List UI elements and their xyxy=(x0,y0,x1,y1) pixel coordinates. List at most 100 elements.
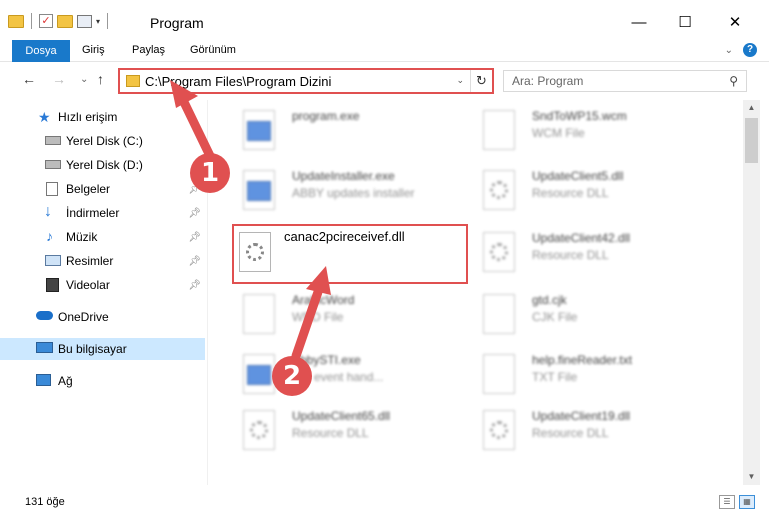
address-history-chevron-down-icon[interactable]: ⌄ xyxy=(456,75,464,86)
sidebar-item-music[interactable]: ♪ Müzik 📌︎ xyxy=(0,226,205,248)
search-icon[interactable]: ⚲ xyxy=(729,74,738,88)
pin-icon[interactable]: 📌︎ xyxy=(188,256,201,267)
sidebar-item-label: Bu bilgisayar xyxy=(58,342,127,356)
customize-toolbar-chevron-down-icon[interactable]: ▾ xyxy=(96,17,100,26)
file-icon xyxy=(480,292,518,336)
documents-icon xyxy=(46,182,58,196)
file-name: program.exe xyxy=(292,109,360,123)
pictures-icon xyxy=(45,255,61,266)
list-item[interactable]: UpdateClient65.dll Resource DLL xyxy=(220,402,450,458)
list-item[interactable]: program.exe xyxy=(220,102,450,158)
dll-icon xyxy=(480,230,518,274)
videos-icon xyxy=(46,278,59,292)
view-properties-icon[interactable] xyxy=(77,14,92,28)
sidebar-item-label: Resimler xyxy=(66,254,114,268)
minimize-button[interactable]: — xyxy=(616,8,662,36)
file-icon xyxy=(480,352,518,396)
forward-arrow-icon[interactable]: → xyxy=(52,71,66,87)
drive-icon xyxy=(45,136,61,145)
sidebar-item-onedrive[interactable]: OneDrive xyxy=(0,306,205,328)
file-name: ArabicWord xyxy=(292,293,355,307)
file-icon xyxy=(240,292,278,336)
drive-icon xyxy=(45,160,61,169)
list-item[interactable]: UpdateClient5.dll Resource DLL xyxy=(460,162,690,218)
file-name: UpdateInstaller.exe xyxy=(292,169,395,183)
title-bar: ✓ ▾ Program — ☐ ✕ xyxy=(0,0,769,40)
list-item[interactable]: UpdateClient42.dll Resource DLL xyxy=(460,224,690,280)
dll-icon xyxy=(480,408,518,452)
file-name: UpdateClient19.dll xyxy=(532,409,631,423)
back-arrow-icon[interactable]: ← xyxy=(22,71,36,87)
sidebar-item-downloads[interactable]: ↓ İndirmeler 📌︎ xyxy=(0,202,205,224)
pin-icon[interactable]: 📌︎ xyxy=(188,232,201,243)
sidebar-item-label: Belgeler xyxy=(66,182,111,196)
navigation-bar: ← → ⌄ ↑ C:\Program Files\Program Dizini … xyxy=(0,62,769,100)
pin-icon[interactable]: 📌︎ xyxy=(188,280,201,291)
scroll-thumb[interactable] xyxy=(745,118,758,163)
sidebar-item-label: Müzik xyxy=(66,230,98,244)
sidebar-item-network[interactable]: Ağ xyxy=(0,370,205,392)
computer-icon xyxy=(36,342,53,353)
sidebar-item-documents[interactable]: Belgeler 📌︎ xyxy=(0,178,205,200)
sidebar-item-label: OneDrive xyxy=(58,310,109,324)
tab-home[interactable]: Giriş xyxy=(82,44,105,56)
list-item[interactable]: gtd.cjk CJK File xyxy=(460,286,690,342)
star-icon: ★ xyxy=(38,109,51,125)
tiles-view-icon[interactable]: ▦ xyxy=(739,495,755,509)
list-item[interactable]: UpdateInstaller.exe ABBY updates install… xyxy=(220,162,450,218)
sidebar-item-label: Yerel Disk (D:) xyxy=(66,158,143,172)
sidebar-item-videos[interactable]: Videolar 📌︎ xyxy=(0,274,205,296)
status-bar: 131 öğe ☰ ▦ xyxy=(0,485,769,529)
tab-file[interactable]: Dosya xyxy=(12,40,70,62)
sidebar-item-local-disk-c[interactable]: Yerel Disk (C:) xyxy=(0,130,205,152)
folder-icon xyxy=(8,14,24,28)
sidebar-item-this-pc[interactable]: Bu bilgisayar xyxy=(0,338,205,360)
sidebar-item-quick-access[interactable]: ★ Hızlı erişim xyxy=(0,106,205,128)
list-item[interactable]: AbbySTI.exe STI event hand... xyxy=(220,346,450,402)
sidebar-item-pictures[interactable]: Resimler 📌︎ xyxy=(0,250,205,272)
scroll-up-arrow-icon[interactable]: ▲ xyxy=(743,100,760,116)
pin-icon[interactable]: 📌︎ xyxy=(188,208,201,219)
list-item[interactable]: help.fineReader.txt TXT File xyxy=(460,346,690,402)
download-icon: ↓ xyxy=(44,203,52,220)
file-name: gtd.cjk xyxy=(532,293,567,307)
recent-locations-chevron-down-icon[interactable]: ⌄ xyxy=(80,74,88,85)
sidebar-item-label: İndirmeler xyxy=(66,206,120,220)
properties-check-icon[interactable]: ✓ xyxy=(39,14,53,28)
file-type: CJK File xyxy=(532,310,578,324)
file-name: UpdateClient65.dll xyxy=(292,409,391,423)
address-path[interactable]: C:\Program Files\Program Dizini xyxy=(145,74,331,89)
up-arrow-icon[interactable]: ↑ xyxy=(97,71,104,87)
toolbar-divider xyxy=(107,13,109,29)
help-icon[interactable]: ? xyxy=(743,43,757,57)
file-type: ABBY updates installer xyxy=(292,186,415,200)
quick-access-toolbar: ✓ ▾ xyxy=(8,12,111,30)
new-folder-icon[interactable] xyxy=(57,14,73,28)
address-bar[interactable]: C:\Program Files\Program Dizini ⌄ ↻ xyxy=(118,68,494,94)
vertical-scrollbar[interactable]: ▲ ▼ xyxy=(743,100,760,485)
tab-share[interactable]: Paylaş xyxy=(132,44,165,56)
network-icon xyxy=(36,374,51,386)
file-name: help.fineReader.txt xyxy=(532,353,633,367)
tab-view[interactable]: Görünüm xyxy=(190,44,236,56)
folder-icon xyxy=(126,75,140,87)
file-icon xyxy=(480,108,518,152)
scroll-down-arrow-icon[interactable]: ▼ xyxy=(743,469,760,485)
list-item[interactable]: SndToWP15.wcm WCM File xyxy=(460,102,690,158)
search-box[interactable]: Ara: Program ⚲ xyxy=(503,70,747,92)
sidebar-item-label: Videolar xyxy=(66,278,110,292)
file-type: WCM File xyxy=(532,126,585,140)
refresh-icon[interactable]: ↻ xyxy=(470,70,492,92)
dll-icon xyxy=(480,168,518,212)
sidebar-item-local-disk-d[interactable]: Yerel Disk (D:) xyxy=(0,154,205,176)
expand-ribbon-chevron-icon[interactable]: ⌄ xyxy=(725,45,733,56)
close-button[interactable]: ✕ xyxy=(712,8,758,36)
list-item[interactable]: UpdateClient19.dll Resource DLL xyxy=(460,402,690,458)
step-2-badge: 2 xyxy=(272,356,312,396)
details-view-icon[interactable]: ☰ xyxy=(719,495,735,509)
list-item[interactable]: ArabicWord WRD File xyxy=(220,286,450,342)
search-input[interactable]: Ara: Program xyxy=(512,74,583,88)
sidebar-item-label: Yerel Disk (C:) xyxy=(66,134,143,148)
item-count: 131 öğe xyxy=(25,496,65,508)
maximize-button[interactable]: ☐ xyxy=(662,8,708,36)
